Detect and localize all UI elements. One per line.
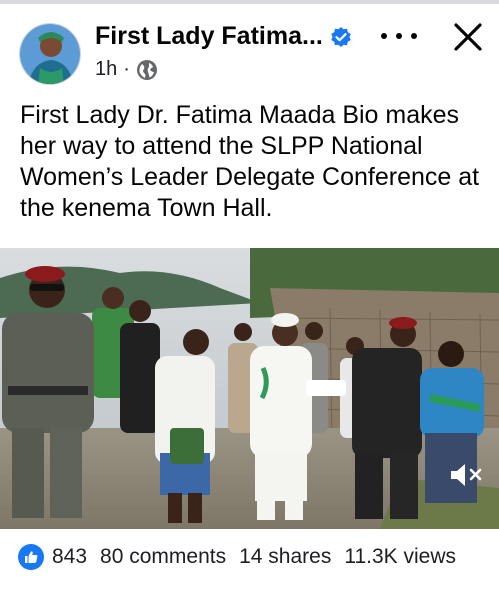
post-time[interactable]: 1h bbox=[95, 58, 117, 81]
avatar-image bbox=[20, 24, 80, 84]
author-name[interactable]: First Lady Fatima... bbox=[95, 22, 323, 51]
more-options-icon[interactable] bbox=[381, 26, 417, 46]
reaction-count[interactable]: 843 bbox=[52, 545, 87, 569]
post-meta: 1h · bbox=[95, 58, 158, 81]
video-thumbnail bbox=[0, 248, 499, 529]
volume-muted-icon[interactable] bbox=[448, 460, 484, 490]
more-dot bbox=[411, 33, 417, 39]
close-icon[interactable] bbox=[449, 18, 487, 56]
verified-badge-icon bbox=[331, 27, 351, 47]
globe-icon[interactable] bbox=[136, 59, 158, 81]
avatar[interactable] bbox=[19, 23, 81, 85]
like-reaction-icon[interactable] bbox=[18, 544, 44, 570]
comment-count[interactable]: 80 comments bbox=[100, 545, 226, 569]
post-header: First Lady Fatima... 1h · bbox=[0, 4, 499, 88]
view-count: 11.3K views bbox=[344, 545, 457, 568]
share-count[interactable]: 14 shares bbox=[239, 545, 331, 569]
post-text: First Lady Dr. Fatima Maada Bio makes he… bbox=[20, 101, 480, 222]
more-dot bbox=[381, 33, 387, 39]
more-dot bbox=[396, 33, 402, 39]
meta-separator: · bbox=[123, 58, 130, 80]
engagement-bar: 843 80 comments 14 shares 11.3K views bbox=[0, 537, 499, 577]
post-video[interactable] bbox=[0, 248, 499, 529]
